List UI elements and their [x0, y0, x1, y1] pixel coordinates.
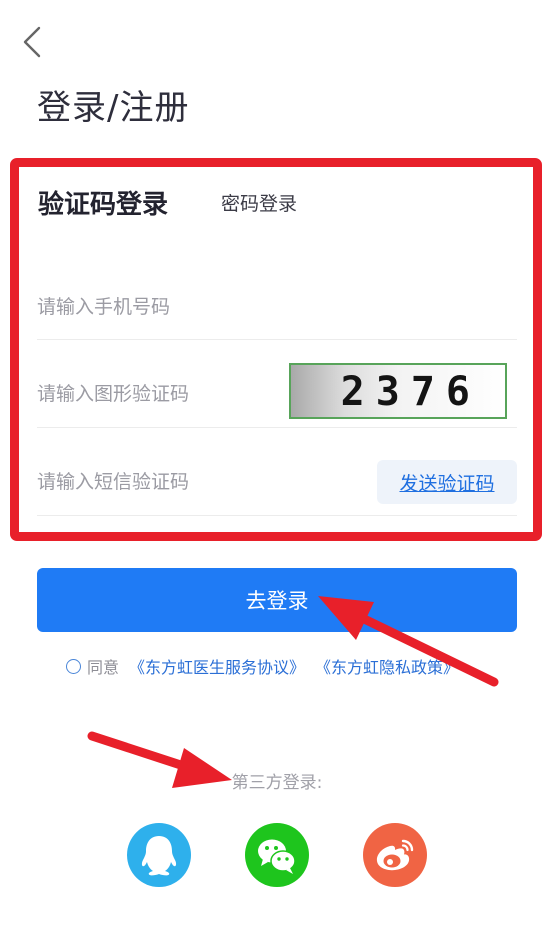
sms-row: 发送验证码 [37, 427, 517, 516]
send-code-button[interactable]: 发送验证码 [377, 460, 517, 504]
tab-sms-login[interactable]: 验证码登录 [38, 184, 168, 221]
agreement-row: 同意 《东方虹医生服务协议》 《东方虹隐私政策》 [66, 654, 469, 678]
qq-icon [141, 836, 177, 876]
chevron-left-icon[interactable] [14, 22, 54, 62]
captcha-input[interactable] [37, 379, 277, 409]
service-agreement-link[interactable]: 《东方虹医生服务协议》 [129, 654, 305, 678]
weibo-icon [376, 839, 414, 871]
captcha-row: 2376 [37, 339, 517, 428]
agreement-prefix: 同意 [87, 658, 120, 677]
weibo-login-button[interactable] [363, 823, 427, 887]
login-button[interactable]: 去登录 [37, 568, 517, 632]
agreement-radio[interactable] [66, 658, 81, 674]
third-party-title: 第三方登录: [231, 773, 323, 793]
page-title: 登录/注册 [37, 88, 190, 128]
phone-row [37, 252, 517, 340]
phone-input[interactable] [37, 292, 277, 322]
login-page: 登录/注册 验证码登录 密码登录 2376 发送验证码 去登录 同意 《东方虹医… [0, 0, 554, 930]
tab-password-login[interactable]: 密码登录 [221, 189, 297, 216]
captcha-code: 2376 [340, 369, 481, 415]
captcha-image[interactable]: 2376 [289, 363, 507, 419]
wechat-icon [258, 839, 296, 874]
qq-login-button[interactable] [127, 823, 191, 887]
wechat-login-button[interactable] [245, 823, 309, 887]
privacy-policy-link[interactable]: 《东方虹隐私政策》 [315, 654, 459, 678]
sms-code-input[interactable] [37, 467, 277, 497]
